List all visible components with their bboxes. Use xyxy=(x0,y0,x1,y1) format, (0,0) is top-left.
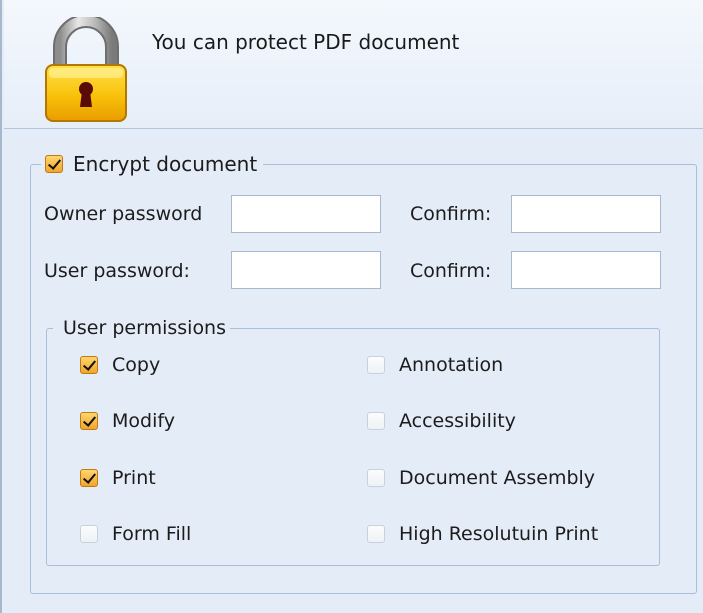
permission-copy-label: Copy xyxy=(112,354,161,376)
owner-password-label: Owner password xyxy=(44,203,203,225)
user-confirm-label: Confirm: xyxy=(410,260,492,282)
permission-form-fill[interactable]: Form Fill xyxy=(80,522,191,546)
permission-document-assembly-checkbox[interactable] xyxy=(367,469,385,487)
permission-annotation[interactable]: Annotation xyxy=(367,353,503,377)
permission-print-label: Print xyxy=(112,467,156,489)
permission-high-resolution-print[interactable]: High Resolutuin Print xyxy=(367,522,598,546)
encrypt-document-legend: Encrypt document xyxy=(41,152,263,176)
permission-print-checkbox[interactable] xyxy=(80,469,98,487)
user-password-field[interactable] xyxy=(231,251,381,289)
permission-accessibility-label: Accessibility xyxy=(399,410,516,432)
owner-confirm-label: Confirm: xyxy=(410,203,492,225)
permission-modify-checkbox[interactable] xyxy=(80,412,98,430)
permission-high-resolution-print-checkbox[interactable] xyxy=(367,525,385,543)
permission-copy[interactable]: Copy xyxy=(80,353,160,377)
user-permissions-legend: User permissions xyxy=(63,317,227,339)
owner-confirm-field[interactable] xyxy=(511,195,661,233)
user-confirm-field[interactable] xyxy=(511,251,661,289)
permission-form-fill-checkbox[interactable] xyxy=(80,525,98,543)
header-banner: You can protect PDF document xyxy=(4,0,703,129)
permission-copy-checkbox[interactable] xyxy=(80,356,98,374)
owner-password-field[interactable] xyxy=(231,195,381,233)
permission-annotation-label: Annotation xyxy=(399,354,504,376)
lock-icon xyxy=(45,17,127,122)
permission-modify[interactable]: Modify xyxy=(80,409,175,433)
permission-annotation-checkbox[interactable] xyxy=(367,356,385,374)
encrypt-document-checkbox[interactable] xyxy=(45,155,63,173)
permission-modify-label: Modify xyxy=(112,410,175,432)
permission-high-resolution-print-label: High Resolutuin Print xyxy=(399,523,599,545)
permission-print[interactable]: Print xyxy=(80,466,156,490)
encrypt-document-label: Encrypt document xyxy=(73,152,258,176)
permission-accessibility-checkbox[interactable] xyxy=(367,412,385,430)
header-description: You can protect PDF document xyxy=(152,30,460,54)
permission-form-fill-label: Form Fill xyxy=(112,523,192,545)
permission-document-assembly[interactable]: Document Assembly xyxy=(367,466,595,490)
user-password-label: User password: xyxy=(44,260,190,282)
permission-accessibility[interactable]: Accessibility xyxy=(367,409,516,433)
permission-document-assembly-label: Document Assembly xyxy=(399,467,596,489)
protect-panel: You can protect PDF document Encrypt doc… xyxy=(0,0,703,613)
